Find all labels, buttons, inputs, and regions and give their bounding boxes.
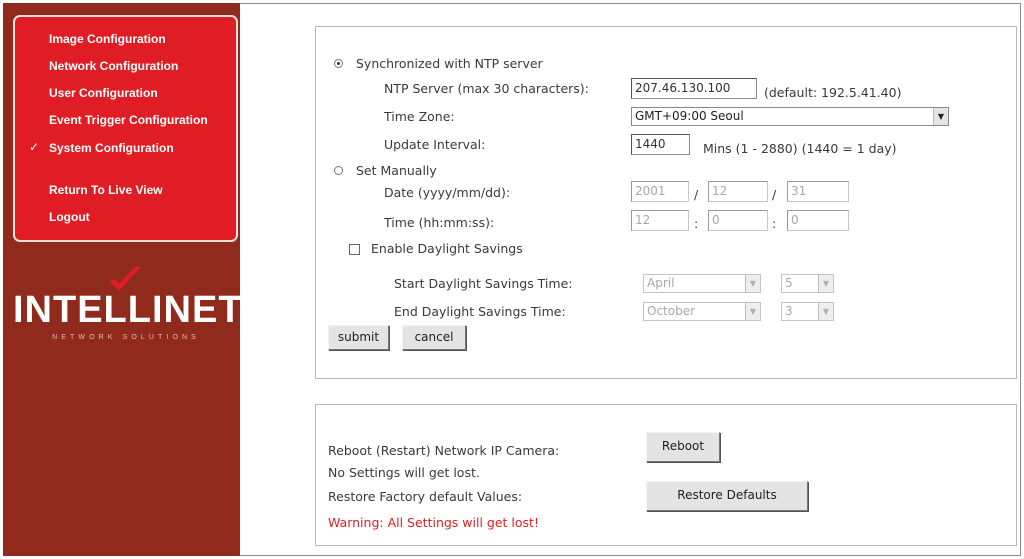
menu-user-configuration[interactable]: User Configuration xyxy=(49,86,158,100)
date-separator: / xyxy=(772,187,777,202)
menu-image-configuration[interactable]: Image Configuration xyxy=(49,32,166,46)
time-minute-input[interactable]: 0 xyxy=(708,210,768,231)
time-label: Time (hh:mm:ss): xyxy=(384,215,495,230)
date-separator: / xyxy=(694,187,699,202)
date-day-input[interactable]: 31 xyxy=(787,181,849,202)
dropdown-arrow-icon: ▼ xyxy=(818,275,833,292)
menu-event-trigger-configuration[interactable]: Event Trigger Configuration xyxy=(49,113,208,127)
time-separator: : xyxy=(772,216,777,231)
restore-defaults-button[interactable]: Restore Defaults xyxy=(646,481,808,511)
submit-button[interactable]: submit xyxy=(328,325,389,350)
dst-start-month-value: April xyxy=(647,276,675,290)
timezone-label: Time Zone: xyxy=(384,109,455,124)
update-interval-input[interactable]: 1440 xyxy=(631,134,690,155)
time-second-input[interactable]: 0 xyxy=(787,210,849,231)
update-interval-hint: Mins (1 - 2880) (1440 = 1 day) xyxy=(703,141,897,156)
dst-label: Enable Daylight Savings xyxy=(371,241,523,256)
time-hour-input[interactable]: 12 xyxy=(631,210,689,231)
dst-end-label: End Daylight Savings Time: xyxy=(394,304,566,319)
sidebar-menu: Image Configuration Network Configuratio… xyxy=(13,15,238,242)
time-settings-panel: Synchronized with NTP server NTP Server … xyxy=(315,26,1017,379)
reboot-note: No Settings will get lost. xyxy=(328,465,480,480)
update-interval-label: Update Interval: xyxy=(384,137,486,152)
sidebar: Image Configuration Network Configuratio… xyxy=(3,3,243,556)
timezone-value: GMT+09:00 Seoul xyxy=(635,109,744,123)
dst-checkbox[interactable] xyxy=(349,244,360,255)
ntp-server-hint: (default: 192.5.41.40) xyxy=(764,85,902,100)
date-month-input[interactable]: 12 xyxy=(708,181,768,202)
checkmark-icon: ✓ xyxy=(29,140,40,154)
dst-end-week-value: 3 xyxy=(785,304,793,318)
dst-start-label: Start Daylight Savings Time: xyxy=(394,276,573,291)
ntp-server-label: NTP Server (max 30 characters): xyxy=(384,81,589,96)
reboot-label: Reboot (Restart) Network IP Camera: xyxy=(328,443,560,458)
dst-start-week-value: 5 xyxy=(785,276,793,290)
intellinet-logo: INTELLINET NETWORK SOLUTIONS xyxy=(13,265,243,355)
ntp-radio[interactable] xyxy=(334,59,343,68)
ntp-server-input[interactable]: 207.46.130.100 xyxy=(631,78,757,99)
menu-system-configuration[interactable]: System Configuration xyxy=(49,141,174,155)
date-label: Date (yyyy/mm/dd): xyxy=(384,185,511,200)
dropdown-arrow-icon: ▼ xyxy=(745,303,760,320)
time-separator: : xyxy=(694,216,699,231)
dst-end-month-value: October xyxy=(647,304,696,318)
cancel-button[interactable]: cancel xyxy=(402,325,466,350)
logo-text: INTELLINET xyxy=(13,289,243,331)
dst-start-week-select[interactable]: 5 ▼ xyxy=(781,274,834,293)
dst-end-week-select[interactable]: 3 ▼ xyxy=(781,302,834,321)
maintenance-panel: Reboot (Restart) Network IP Camera: No S… xyxy=(315,404,1017,546)
restore-warning: Warning: All Settings will get lost! xyxy=(328,515,539,530)
menu-return-to-live-view[interactable]: Return To Live View xyxy=(49,183,163,197)
ntp-option-label: Synchronized with NTP server xyxy=(356,56,543,71)
dropdown-arrow-icon: ▼ xyxy=(818,303,833,320)
menu-network-configuration[interactable]: Network Configuration xyxy=(49,59,178,73)
restore-label: Restore Factory default Values: xyxy=(328,489,523,504)
manual-option-label: Set Manually xyxy=(356,163,437,178)
manual-radio[interactable] xyxy=(334,166,343,175)
timezone-select[interactable]: GMT+09:00 Seoul ▼ xyxy=(631,107,949,126)
date-year-input[interactable]: 2001 xyxy=(631,181,689,202)
dropdown-arrow-icon: ▼ xyxy=(745,275,760,292)
dst-start-month-select[interactable]: April ▼ xyxy=(643,274,761,293)
logo-subtext: NETWORK SOLUTIONS xyxy=(52,334,200,341)
reboot-button[interactable]: Reboot xyxy=(646,432,720,462)
dst-end-month-select[interactable]: October ▼ xyxy=(643,302,761,321)
dropdown-arrow-icon: ▼ xyxy=(933,108,948,125)
menu-logout[interactable]: Logout xyxy=(49,210,90,224)
